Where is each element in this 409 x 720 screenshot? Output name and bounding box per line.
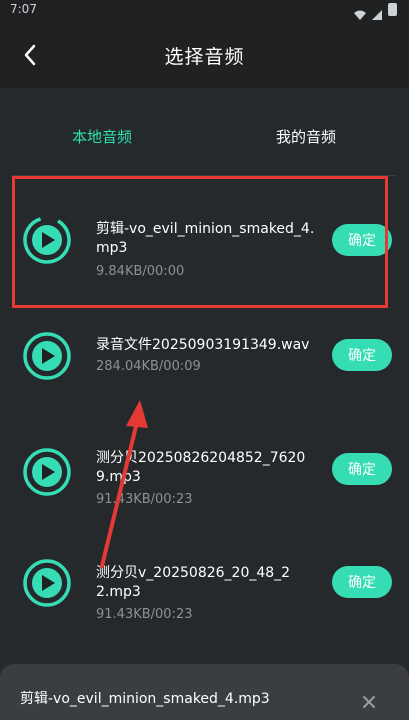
confirm-button[interactable]: 确定 [332,453,392,485]
audio-file-meta: 91.43KB/00:23 [96,607,193,622]
play-icon[interactable] [22,215,72,265]
signal-icon [372,5,382,20]
confirm-button[interactable]: 确定 [332,566,392,598]
page-title: 选择音频 [164,46,245,68]
tab-divider [12,175,397,176]
list-item[interactable]: 剪辑-vo_evil_minion_smaked_4.mp3 9.84KB/00… [0,190,409,306]
audio-file-name: 测分贝20250826204852_76209.mp3 [96,450,306,485]
selected-file-name: 剪辑-vo_evil_minion_smaked_4.mp3 [20,691,270,707]
audio-file-name: 测分贝v_20250826_20_48_22.mp3 [96,565,291,600]
status-icons [354,3,397,20]
audio-file-name: 录音文件20250903191349.wav [96,337,310,353]
tab-bar: 本地音频 我的音频 [0,126,409,166]
confirm-button[interactable]: 确定 [332,224,392,256]
selected-file-bar: 剪辑-vo_evil_minion_smaked_4.mp3 [0,664,409,720]
play-icon[interactable] [22,558,72,608]
list-item[interactable]: 测分贝v_20250826_20_48_22.mp3 91.43KB/00:23… [0,538,409,654]
audio-file-meta: 284.04KB/00:09 [96,359,201,374]
battery-icon [388,3,397,16]
status-time: 7:07 [10,2,37,16]
audio-file-name: 剪辑-vo_evil_minion_smaked_4.mp3 [96,221,315,256]
audio-file-meta: 91.43KB/00:23 [96,492,193,507]
status-bar: 7:07 [0,0,409,22]
close-icon[interactable] [361,694,377,710]
audio-file-meta: 9.84KB/00:00 [96,264,185,279]
play-icon[interactable] [22,447,72,497]
list-item[interactable]: 录音文件20250903191349.wav 284.04KB/00:09 确定 [0,306,409,422]
header: 选择音频 [0,22,409,88]
play-icon[interactable] [22,331,72,381]
list-item[interactable]: 测分贝20250826204852_76209.mp3 91.43KB/00:2… [0,422,409,538]
wifi-icon [354,5,366,20]
tab-my-audio[interactable]: 我的音频 [204,126,408,147]
tab-local-audio[interactable]: 本地音频 [0,126,204,147]
confirm-button[interactable]: 确定 [332,339,392,371]
